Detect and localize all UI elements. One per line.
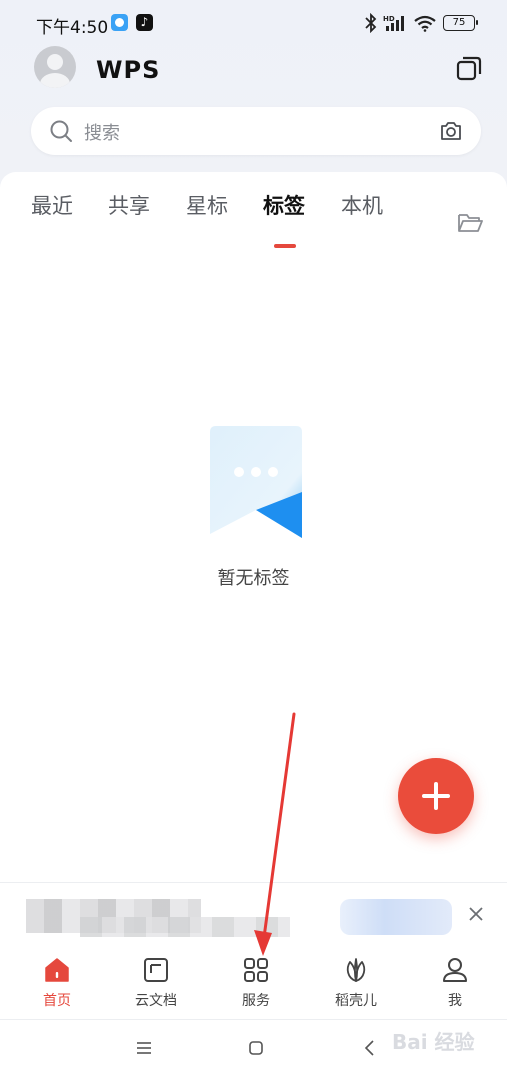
add-button[interactable]	[398, 758, 474, 834]
empty-state-message: 暂无标签	[217, 568, 290, 589]
search-placeholder: 搜索	[84, 123, 120, 144]
svg-text:HD: HD	[383, 15, 395, 23]
top-row: WPS	[0, 44, 507, 92]
nav-label: 云文档	[135, 993, 177, 1009]
tab-recent[interactable]: 最近	[31, 190, 73, 220]
camera-icon[interactable]	[439, 119, 463, 143]
avatar[interactable]	[34, 46, 76, 88]
watermark: Bai 经验	[392, 1030, 475, 1054]
status-bar: 下午4:50 ♪ HD 75	[0, 0, 507, 46]
banner-blurred-image	[340, 899, 452, 935]
close-icon[interactable]	[467, 905, 485, 923]
ad-banner[interactable]	[0, 882, 507, 948]
tab-shared[interactable]: 共享	[108, 190, 150, 220]
signal-icon: HD	[383, 15, 404, 31]
grid-icon	[244, 958, 268, 982]
banner-blurred-content	[80, 917, 290, 937]
back-icon[interactable]	[362, 1040, 378, 1056]
user-icon	[443, 958, 467, 982]
search-icon	[50, 120, 72, 142]
tiktok-icon: ♪	[136, 14, 153, 31]
nav-label: 稻壳儿	[335, 993, 377, 1009]
battery-indicator: 75	[443, 15, 478, 31]
nav-label: 我	[448, 993, 462, 1009]
nav-services[interactable]: 服务	[211, 956, 301, 1016]
empty-tag-illustration	[210, 426, 302, 538]
window-switch-icon[interactable]	[455, 54, 483, 82]
nav-cloud-docs[interactable]: 云文档	[111, 956, 201, 1016]
notification-app-icon	[111, 14, 128, 31]
wifi-icon	[414, 15, 436, 32]
nav-docer[interactable]: 稻壳儿	[311, 956, 401, 1016]
cloud-doc-icon	[144, 958, 168, 982]
nav-me[interactable]: 我	[410, 956, 500, 1016]
wps-logo: WPS	[96, 56, 161, 84]
tab-tags[interactable]: 标签	[263, 190, 305, 220]
home-icon	[45, 958, 69, 982]
tab-bar: 最近 共享 星标 标签 本机	[0, 190, 507, 248]
leaf-icon	[346, 958, 366, 982]
folder-icon[interactable]	[457, 212, 483, 234]
status-indicators: HD 75	[365, 12, 478, 34]
tab-active-indicator	[274, 244, 296, 248]
bottom-nav: 首页 云文档 服务 稻壳儿 我	[0, 948, 507, 1020]
status-time: 下午4:50	[36, 18, 109, 38]
nav-label: 首页	[43, 993, 71, 1009]
menu-icon[interactable]	[136, 1040, 152, 1056]
search-input[interactable]: 搜索	[31, 107, 481, 155]
tab-local[interactable]: 本机	[341, 190, 383, 220]
tab-starred[interactable]: 星标	[186, 190, 228, 220]
nav-home[interactable]: 首页	[12, 956, 102, 1016]
nav-label: 服务	[242, 993, 270, 1009]
home-square-icon[interactable]	[248, 1040, 264, 1056]
bluetooth-icon	[365, 13, 377, 33]
